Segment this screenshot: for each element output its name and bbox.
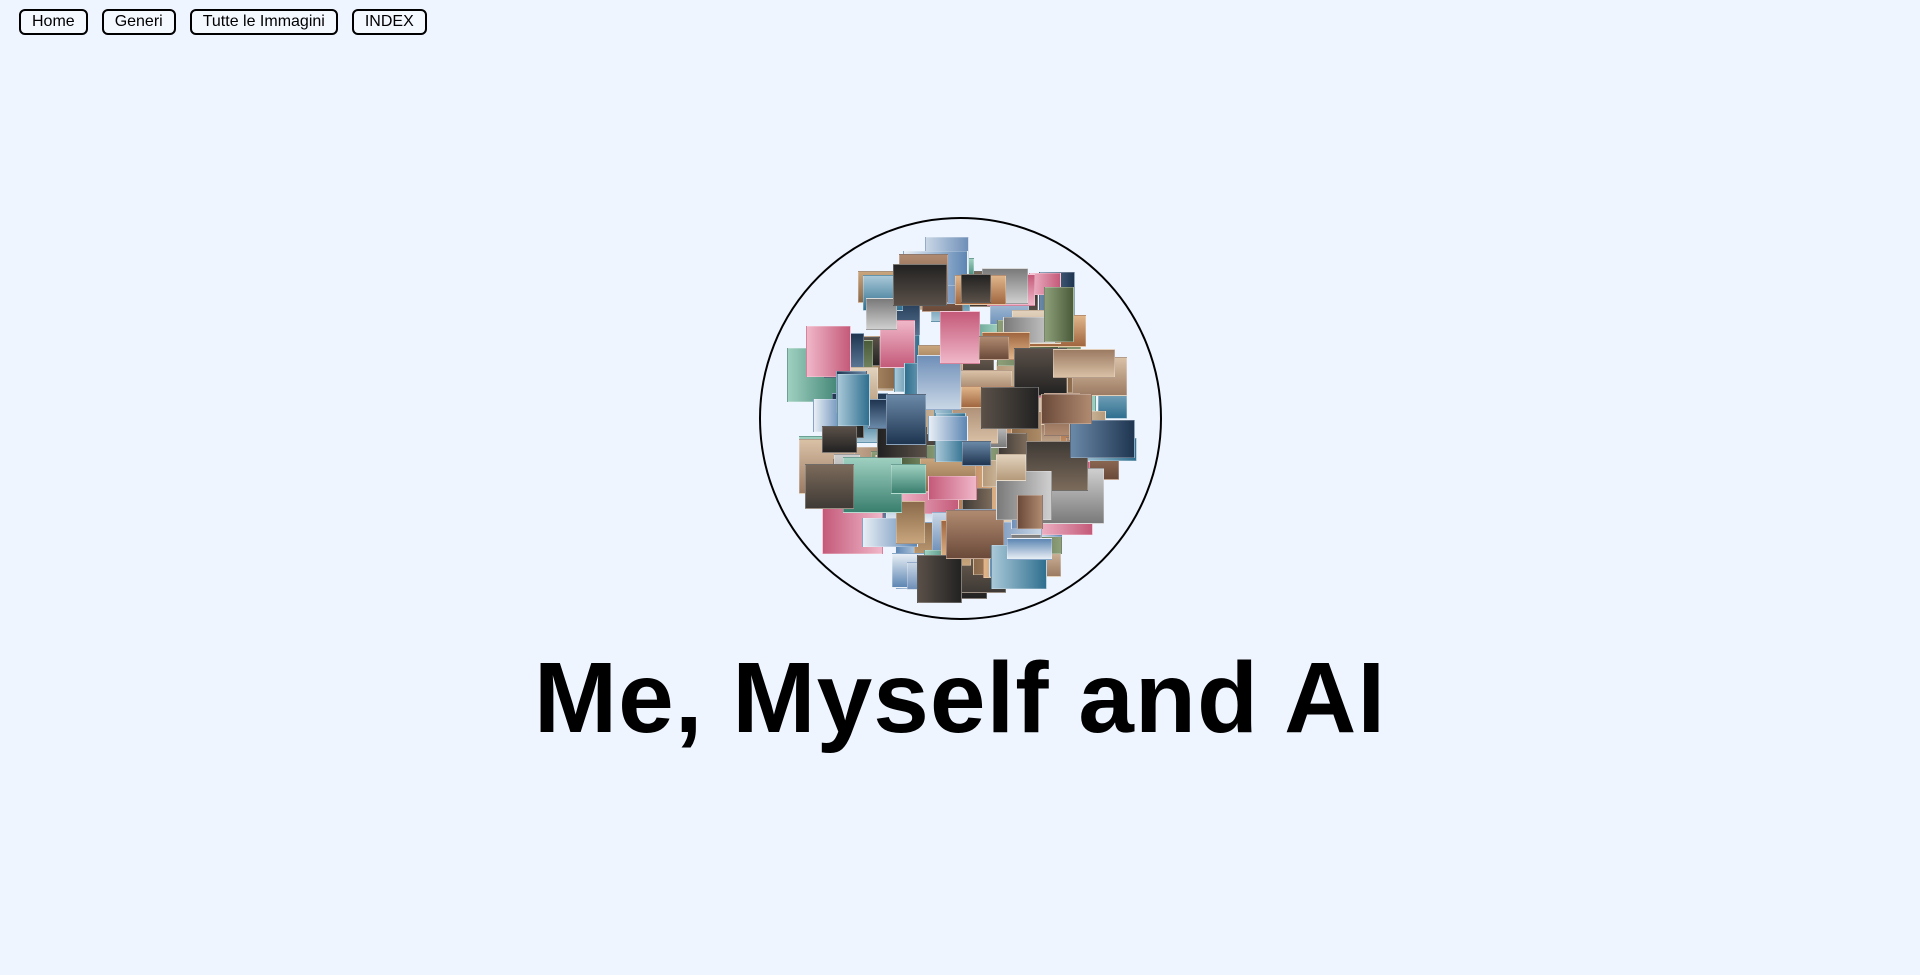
collage-photo	[804, 464, 854, 510]
collage-photo	[940, 310, 981, 364]
collage-photo	[893, 264, 948, 307]
nav-index-button[interactable]: INDEX	[351, 9, 427, 35]
collage-photo	[837, 373, 871, 426]
collage-photo	[806, 325, 852, 377]
collage-photo	[821, 425, 857, 453]
collage-photo	[960, 274, 991, 304]
collage-photo	[865, 297, 897, 330]
photo-collage	[761, 219, 1160, 618]
collage-photo	[1043, 286, 1074, 342]
nav-home-button[interactable]: Home	[19, 9, 88, 35]
collage-photo	[1017, 495, 1044, 530]
nav-all-images-button[interactable]: Tutte le Immagini	[189, 9, 338, 35]
collage-photo	[927, 416, 968, 442]
collage-photo	[928, 476, 978, 501]
photo-collage-circle[interactable]	[759, 217, 1162, 620]
collage-photo	[1053, 348, 1116, 378]
collage-photo	[917, 555, 963, 604]
collage-photo	[961, 441, 991, 467]
collage-photo	[1069, 419, 1135, 458]
collage-photo	[890, 464, 926, 495]
page-title: Me, Myself and AI	[533, 642, 1387, 754]
collage-photo	[981, 386, 1040, 429]
collage-photo	[979, 335, 1010, 360]
collage-photo	[886, 394, 927, 446]
top-navigation: Home Generi Tutte le Immagini INDEX	[19, 9, 427, 35]
nav-generi-button[interactable]: Generi	[101, 9, 176, 35]
collage-photo	[1040, 394, 1092, 425]
collage-photo	[996, 454, 1027, 482]
collage-photo	[1007, 537, 1053, 560]
